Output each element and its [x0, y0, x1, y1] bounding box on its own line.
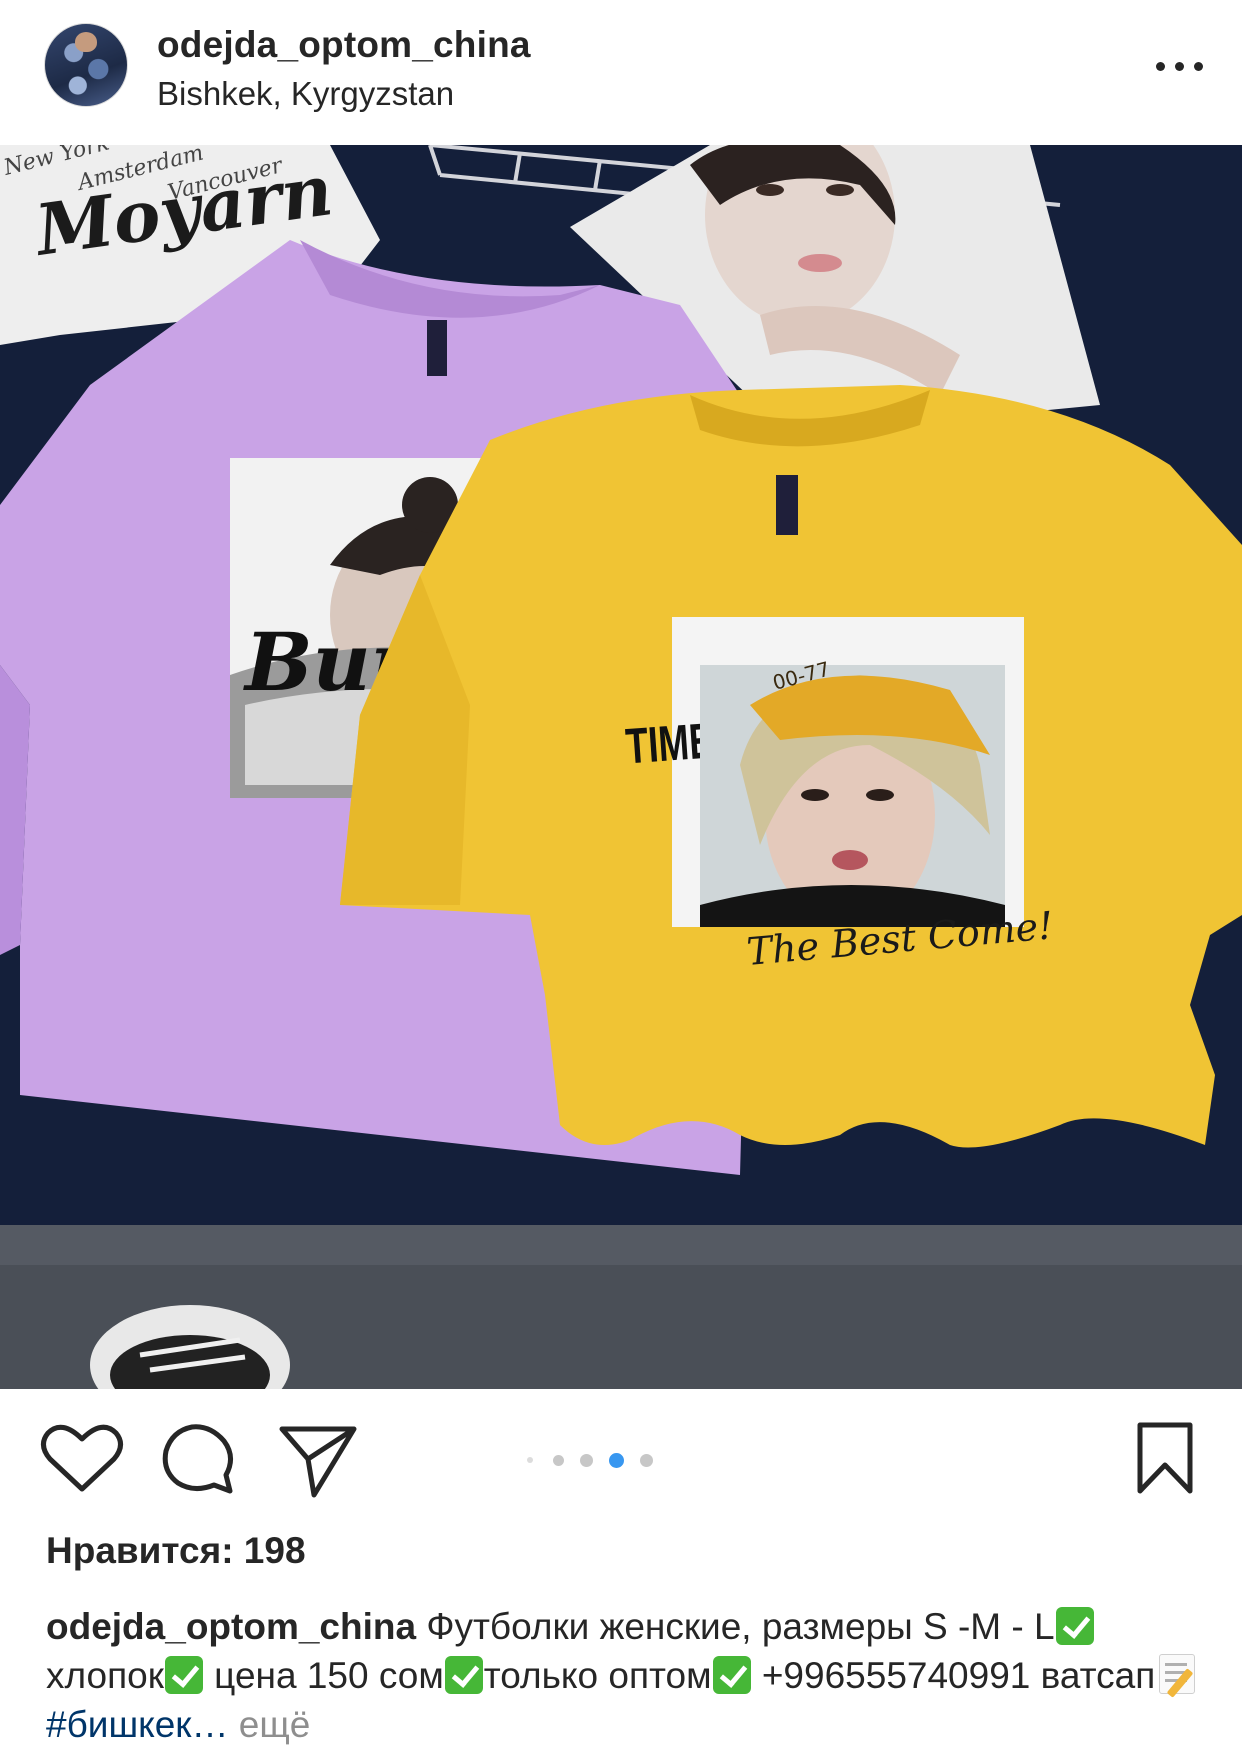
comment-icon[interactable]	[160, 1421, 236, 1497]
carousel-dot	[553, 1455, 564, 1466]
caption-text: +996555740991 ватсап	[761, 1655, 1156, 1696]
carousel-indicator	[524, 1450, 664, 1470]
send-icon[interactable]	[278, 1423, 358, 1499]
carousel-dot	[640, 1454, 653, 1467]
check-mark-icon	[1055, 1607, 1094, 1645]
hashtag-link[interactable]: #бишкек…	[46, 1704, 229, 1745]
caption-more-link[interactable]: ещё	[239, 1704, 311, 1745]
caption-text: только оптом	[483, 1655, 712, 1696]
post-location[interactable]: Bishkek, Kyrgyzstan	[157, 75, 454, 113]
post-photo[interactable]: New York Amsterdam Vancouver Moyarn Buu …	[0, 145, 1242, 1389]
heart-icon[interactable]	[40, 1423, 124, 1495]
check-mark-icon	[444, 1656, 483, 1694]
post-caption: odejda_optom_china Футболки женские, раз…	[46, 1602, 1206, 1749]
more-horizontal-icon[interactable]	[1150, 52, 1210, 80]
post-header: odejda_optom_china Bishkek, Kyrgyzstan	[0, 0, 1242, 145]
caption-text: хлопок	[46, 1655, 164, 1696]
caption-text: цена 150 сом	[203, 1655, 444, 1696]
memo-icon	[1159, 1654, 1196, 1694]
likes-count[interactable]: Нравится: 198	[46, 1530, 306, 1572]
check-mark-icon	[164, 1656, 203, 1694]
carousel-dot-active	[609, 1453, 624, 1468]
check-mark-icon	[712, 1656, 751, 1694]
post-username[interactable]: odejda_optom_china	[157, 24, 531, 66]
avatar[interactable]	[44, 23, 128, 107]
caption-author[interactable]: odejda_optom_china	[46, 1606, 416, 1647]
carousel-dot	[527, 1457, 533, 1463]
carousel-dot	[580, 1454, 593, 1467]
caption-text: Футболки женские, размеры S -M - L	[426, 1606, 1055, 1647]
bookmark-icon[interactable]	[1134, 1421, 1196, 1495]
